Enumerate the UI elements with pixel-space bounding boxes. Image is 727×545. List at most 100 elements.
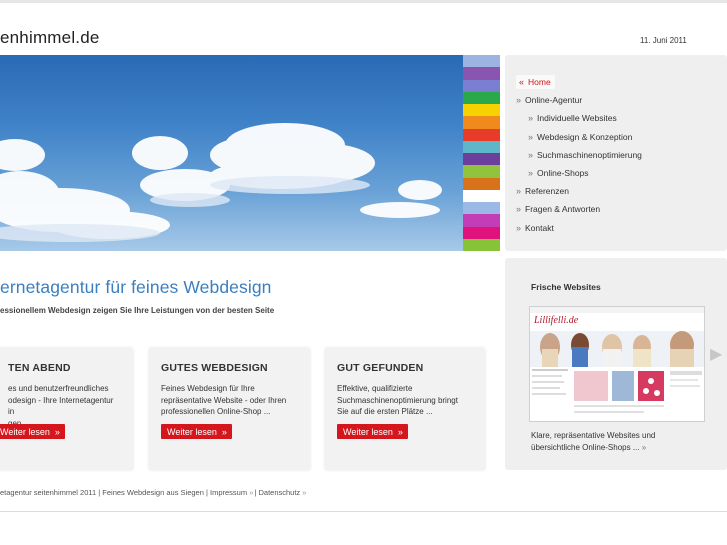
- footer-link-datenschutz[interactable]: Datenschutz: [258, 488, 300, 497]
- card-text: Effektive, qualifizierte Suchmaschinenop…: [337, 383, 473, 418]
- nav-item-individuelle-websites[interactable]: » Individuelle Websites: [505, 109, 727, 127]
- card-text-line: es und benutzerfreundliches: [8, 384, 109, 393]
- thumbnail-preview-graphic: Lillifelli.de: [530, 307, 704, 421]
- color-stripe: [463, 165, 500, 178]
- main-navigation: « Home » Online-Agentur » Individuelle Websit…: [505, 55, 727, 251]
- nav-item-home[interactable]: « Home: [505, 73, 727, 91]
- double-chevron-left-icon: «: [519, 77, 524, 88]
- hero-sky-image: [0, 55, 463, 251]
- nav-item-inner: » Online-Shops: [528, 168, 589, 178]
- panel-description-line: Klare, repräsentative Websites und: [531, 431, 656, 440]
- double-chevron-right-icon: »: [516, 204, 521, 215]
- page-headline: ernetagentur für feines Webdesign: [0, 277, 272, 297]
- nav-item-webdesign-konzeption[interactable]: » Webdesign & Konzeption: [505, 128, 727, 146]
- nav-item-inner: » Referenzen: [516, 186, 569, 196]
- teaser-card-abend: TEN ABEND es und benutzerfreundliches od…: [0, 348, 133, 470]
- triangle-right-icon[interactable]: ▶: [710, 344, 722, 364]
- nav-item-label: Referenzen: [525, 186, 569, 197]
- nav-item-inner: » Webdesign & Konzeption: [528, 132, 632, 142]
- color-stripes: [463, 55, 500, 251]
- nav-item-label: Webdesign & Konzeption: [537, 131, 633, 142]
- top-divider: [0, 0, 727, 3]
- nav-item-label: Home: [528, 77, 551, 88]
- card-text-line: Feines Webdesign für Ihre: [161, 384, 255, 393]
- card-title: GUT GEFUNDEN: [337, 362, 424, 374]
- nav-item-inner: » Kontakt: [516, 223, 554, 233]
- button-label: Weiter lesen: [343, 426, 393, 437]
- site-title[interactable]: enhimmel.de: [0, 28, 100, 48]
- color-stripe: [463, 238, 500, 251]
- color-stripe: [463, 226, 500, 239]
- nav-item-inner: » Suchmaschinenoptimierung: [528, 150, 642, 160]
- teaser-card-webdesign: GUTES WEBDESIGN Feines Webdesign für Ihr…: [149, 348, 310, 470]
- card-title: TEN ABEND: [8, 362, 71, 374]
- color-stripe: [463, 177, 500, 190]
- double-chevron-right-icon: »: [54, 426, 60, 437]
- nav-item-online-agentur[interactable]: » Online-Agentur: [505, 91, 727, 109]
- nav-item-label: Online-Agentur: [525, 95, 583, 106]
- color-stripe: [463, 55, 500, 68]
- double-chevron-right-icon: »: [516, 222, 521, 233]
- nav-item-label: Online-Shops: [537, 168, 589, 179]
- card-title: GUTES WEBDESIGN: [161, 362, 268, 374]
- color-stripe: [463, 189, 500, 202]
- nav-item-inner: » Individuelle Websites: [528, 113, 617, 123]
- nav-item-fragen-antworten[interactable]: » Fragen & Antworten: [505, 200, 727, 218]
- website-thumbnail[interactable]: Lillifelli.de: [529, 306, 705, 422]
- footer: etagentur seitenhimmel 2011 | Feines Web…: [0, 488, 307, 497]
- double-chevron-right-icon: »: [397, 426, 403, 437]
- teaser-card-gefunden: GUT GEFUNDEN Effektive, qualifizierte Su…: [325, 348, 485, 470]
- double-chevron-right-icon: »: [516, 95, 521, 106]
- color-stripe: [463, 214, 500, 227]
- button-label: Weiter lesen: [0, 426, 50, 437]
- double-chevron-right-icon: »: [641, 442, 647, 452]
- nav-item-online-shops[interactable]: » Online-Shops: [505, 164, 727, 182]
- card-text-line: repräsentative Website - oder Ihren: [161, 395, 287, 405]
- color-stripe: [463, 140, 500, 153]
- double-chevron-right-icon: »: [221, 426, 227, 437]
- fresh-websites-panel: Frische Websites Lillifelli.de ▶ Klare, …: [505, 258, 727, 470]
- read-more-button[interactable]: Weiter lesen »: [161, 424, 232, 439]
- card-text-line: odesign - Ihre Internetagentur in: [8, 395, 114, 417]
- double-chevron-right-icon: »: [528, 113, 533, 124]
- color-stripe: [463, 153, 500, 166]
- nav-item-suchmaschinenoptimierung[interactable]: » Suchmaschinenoptimierung: [505, 146, 727, 164]
- footer-text: etagentur seitenhimmel 2011 | Feines Web…: [0, 488, 248, 497]
- card-text-line: Effektive, qualifizierte: [337, 384, 413, 393]
- color-stripe: [463, 79, 500, 92]
- double-chevron-right-icon: »: [528, 168, 533, 179]
- nav-item-label: Individuelle Websites: [537, 113, 617, 124]
- read-more-button[interactable]: Weiter lesen »: [337, 424, 408, 439]
- nav-item-label: Kontakt: [525, 222, 554, 233]
- panel-description-line[interactable]: übersichtliche Online-Shops ...: [531, 443, 640, 452]
- panel-description: Klare, repräsentative Websites und übers…: [531, 430, 711, 453]
- double-chevron-right-icon: »: [302, 488, 306, 497]
- double-chevron-right-icon: »: [528, 149, 533, 160]
- cloud-illustration: [0, 123, 442, 242]
- current-date: 11. Juni 2011: [640, 36, 687, 45]
- card-text-line: Sie auf die ersten Plätze ...: [337, 407, 433, 416]
- color-stripe: [463, 202, 500, 215]
- card-text: es und benutzerfreundliches odesign - Ih…: [0, 383, 121, 429]
- thumbnail-logo: Lillifelli.de: [533, 315, 579, 326]
- button-label: Weiter lesen: [167, 426, 217, 437]
- color-stripe: [463, 128, 500, 141]
- nav-item-kontakt[interactable]: » Kontakt: [505, 219, 727, 237]
- bottom-divider: [0, 511, 727, 512]
- read-more-button[interactable]: Weiter lesen »: [0, 424, 65, 439]
- nav-item-referenzen[interactable]: » Referenzen: [505, 182, 727, 200]
- card-text-line: Suchmaschinenoptimierung bringt: [337, 395, 458, 405]
- panel-title: Frische Websites: [531, 282, 601, 292]
- color-stripe: [463, 116, 500, 129]
- nav-item-inner: » Fragen & Antworten: [516, 204, 600, 214]
- color-stripe: [463, 91, 500, 104]
- nav-item-inner: » Online-Agentur: [516, 95, 582, 105]
- page-subline: essionellem Webdesign zeigen Sie Ihre Le…: [0, 306, 275, 315]
- nav-item-inner: « Home: [516, 75, 555, 90]
- double-chevron-right-icon: »: [516, 186, 521, 197]
- card-text-line: professionellen Online-Shop ...: [161, 407, 271, 416]
- color-stripe: [463, 67, 500, 80]
- color-stripe: [463, 104, 500, 117]
- double-chevron-right-icon: »: [249, 488, 253, 497]
- nav-item-label: Suchmaschinenoptimierung: [537, 149, 642, 160]
